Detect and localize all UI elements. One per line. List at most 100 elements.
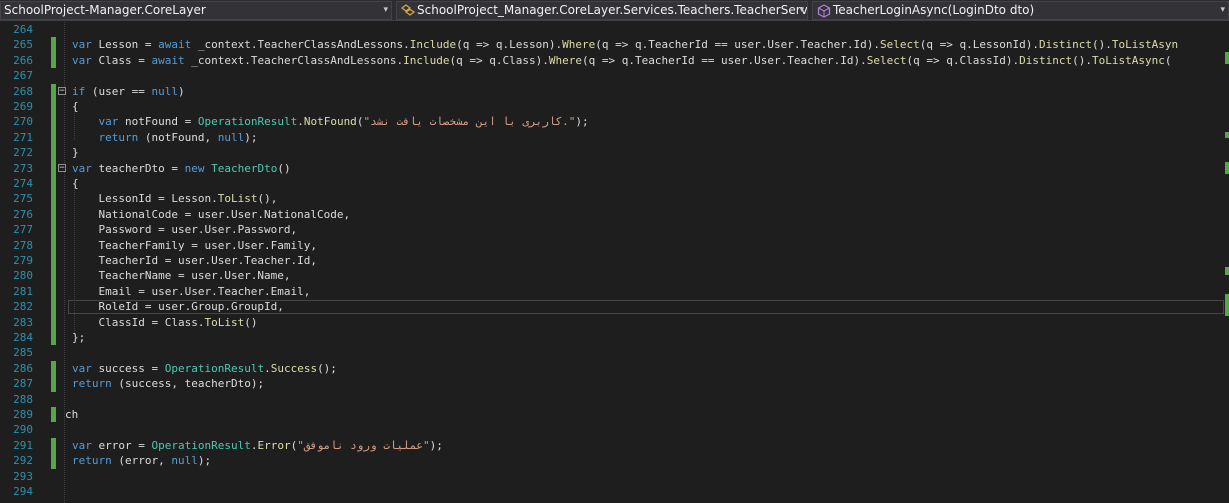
change-indicator: [51, 376, 56, 392]
chevron-down-icon: ▾: [1220, 5, 1225, 15]
line-number: 288: [13, 392, 33, 406]
code-line[interactable]: 273 − var teacherDto = new TeacherDto(): [0, 160, 1229, 176]
code-line[interactable]: 267: [0, 68, 1229, 83]
code-line[interactable]: 279 TeacherId = user.User.Teacher.Id,: [0, 253, 1229, 269]
change-indicator: [51, 114, 56, 130]
line-number: 275: [13, 192, 33, 206]
code-line[interactable]: 286 var success = OperationResult.Success…: [0, 360, 1229, 377]
collapse-icon[interactable]: −: [58, 163, 66, 172]
line-number: 280: [13, 269, 33, 283]
change-indicator: [51, 191, 56, 207]
change-indicator: [51, 268, 56, 284]
code-line[interactable]: 275 LessonId = Lesson.ToList(),: [0, 191, 1229, 207]
code-line[interactable]: 278 TeacherFamily = user.User.Family,: [0, 237, 1229, 253]
change-indicator: [51, 83, 56, 99]
code-line[interactable]: 280 TeacherName = user.User.Name,: [0, 268, 1229, 284]
code-line[interactable]: 284};: [0, 330, 1229, 346]
code-line[interactable]: 291 var error = OperationResult.Error("عم…: [0, 437, 1229, 454]
code-line[interactable]: 293: [0, 469, 1229, 484]
code-text: var Class = await _context.TeacherClassA…: [72, 53, 1172, 67]
code-text: NationalCode = user.User.NationalCode,: [72, 207, 351, 221]
code-text: };: [72, 331, 86, 344]
code-line[interactable]: 274 {: [0, 176, 1229, 192]
code-text: return (success, teacherDto);: [72, 377, 265, 391]
code-line[interactable]: 285: [0, 345, 1229, 360]
code-line[interactable]: 277 Password = user.User.Password,: [0, 222, 1229, 238]
line-number: 271: [13, 130, 33, 144]
member-combo-label: TeacherLoginAsync(LoginDto dto): [833, 3, 1035, 17]
code-text: var Lesson = await _context.TeacherClass…: [72, 38, 1179, 52]
line-number: 270: [13, 115, 33, 129]
code-line[interactable]: 287 return (success, teacherDto);: [0, 376, 1229, 392]
class-combo[interactable]: SchoolProject_Manager.CoreLayer.Services…: [396, 1, 808, 20]
code-line[interactable]: 268 − if (user == null): [0, 83, 1229, 99]
code-line[interactable]: 283 ClassId = Class.ToList(): [0, 314, 1229, 330]
code-line[interactable]: 276 NationalCode = user.User.NationalCod…: [0, 206, 1229, 223]
class-icon: [400, 2, 416, 19]
member-combo[interactable]: TeacherLoginAsync(LoginDto dto) ▾: [812, 1, 1229, 20]
code-line[interactable]: 264: [0, 22, 1229, 37]
line-number: 266: [13, 53, 33, 67]
change-indicator: [51, 99, 56, 115]
code-line[interactable]: 271 return (notFound, null);: [0, 129, 1229, 146]
code-text: LessonId = Lesson.ToList(),: [72, 192, 278, 206]
project-combo[interactable]: SchoolProject-Manager.CoreLayer ▾: [0, 1, 392, 20]
line-number: 287: [13, 377, 33, 391]
line-number: 286: [13, 361, 33, 375]
line-number: 284: [13, 331, 33, 344]
code-line[interactable]: 290: [0, 422, 1229, 437]
change-indicator: [51, 299, 56, 315]
code-text: var notFound = OperationResult.NotFound(…: [98, 115, 589, 129]
line-number: 264: [13, 23, 33, 36]
change-indicator: [51, 453, 56, 469]
change-indicator: [51, 176, 56, 192]
code-text: var success = OperationResult.Success();: [72, 361, 337, 375]
navigation-bar: SchoolProject-Manager.CoreLayer ▾ School…: [0, 0, 1229, 21]
line-number: 274: [13, 177, 33, 190]
code-line[interactable]: 269 {: [0, 99, 1229, 115]
code-text: var error = OperationResult.Error("عملیا…: [72, 438, 443, 452]
change-indicator: [51, 314, 56, 330]
change-indicator: [51, 283, 56, 300]
code-line[interactable]: 292 return (error, null);: [0, 453, 1229, 469]
chevron-down-icon: ▾: [799, 5, 804, 15]
code-line[interactable]: 294: [0, 484, 1229, 499]
code-line[interactable]: 282 RoleId = user.Group.GroupId,: [0, 299, 1229, 315]
line-number: 291: [13, 438, 33, 452]
code-text: TeacherFamily = user.User.Family,: [72, 238, 318, 252]
change-indicator: [51, 407, 56, 423]
code-text: }: [72, 146, 79, 160]
code-text: Email = user.User.Teacher.Email,: [72, 284, 311, 298]
line-number: 285: [13, 346, 33, 360]
code-text: {: [72, 100, 79, 113]
code-text: Password = user.User.Password,: [72, 223, 298, 237]
code-text: return (notFound, null);: [98, 130, 258, 144]
code-line[interactable]: 270 var notFound = OperationResult.NotFo…: [0, 114, 1229, 130]
project-combo-label: SchoolProject-Manager.CoreLayer: [4, 3, 206, 17]
line-number: 281: [13, 284, 33, 298]
change-indicator: [51, 253, 56, 269]
change-indicator: [51, 37, 56, 53]
line-number: 292: [13, 454, 33, 468]
code-text: var teacherDto = new TeacherDto(): [72, 161, 291, 175]
change-indicator: [51, 52, 56, 69]
code-text: ch: [65, 408, 79, 421]
line-number: 268: [13, 84, 33, 98]
code-line[interactable]: 281 Email = user.User.Teacher.Email,: [0, 283, 1229, 300]
code-text: TeacherName = user.User.Name,: [72, 269, 291, 283]
line-number: 293: [13, 469, 33, 483]
code-text: TeacherId = user.User.Teacher.Id,: [72, 254, 318, 267]
code-line[interactable]: 289 ch: [0, 407, 1229, 423]
line-number: 276: [13, 207, 33, 221]
code-line[interactable]: 266 var Class = await _context.TeacherCla…: [0, 52, 1229, 69]
code-line[interactable]: 288: [0, 392, 1229, 407]
line-number: 273: [13, 161, 33, 175]
collapse-icon[interactable]: −: [58, 86, 66, 95]
code-line[interactable]: 265 var Lesson = await _context.TeacherCl…: [0, 37, 1229, 53]
change-indicator: [51, 222, 56, 238]
code-line[interactable]: 272}: [0, 145, 1229, 161]
code-editor[interactable]: 264 265 var Lesson = await _context.Teache…: [0, 22, 1229, 503]
change-indicator: [51, 160, 56, 176]
code-text: if (user == null): [72, 84, 185, 98]
method-icon: [816, 2, 832, 19]
